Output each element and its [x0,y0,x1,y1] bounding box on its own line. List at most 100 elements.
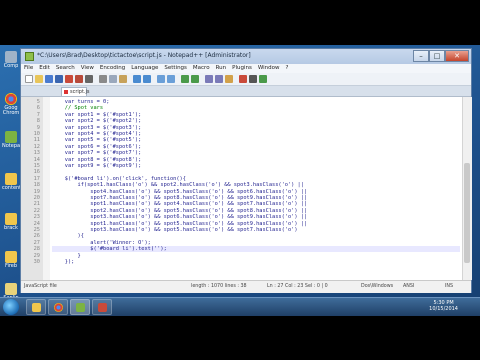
stop-macro-icon[interactable] [249,75,257,83]
close-button[interactable]: ✕ [445,50,469,62]
clock[interactable]: 5:30 PM 10/15/2014 [429,300,458,312]
menu-plugins[interactable]: Plugins [229,64,255,73]
title-bar[interactable]: *C:\Users\Brad\Desktop\tictactoe\script.… [21,49,471,64]
desktop-icon-content[interactable]: content [2,173,21,191]
desktop-icon-notepad[interactable]: Notepa [2,131,20,149]
taskbar-explorer[interactable] [26,299,46,315]
scrollbar-thumb[interactable] [464,163,470,263]
line-number: 20 [33,195,40,201]
desktop-icon-firebug[interactable]: Fireb [2,251,20,269]
redo-icon[interactable] [143,75,151,83]
code-line[interactable]: if(spot1.hasClass('o') && spot2.hasClass… [52,182,304,188]
paste-icon[interactable] [119,75,127,83]
menu-edit[interactable]: Edit [36,64,53,73]
desktop-icon-label: Notepa [2,143,21,149]
taskbar-chrome[interactable] [48,299,68,315]
fold-margin[interactable] [43,97,50,280]
code-line[interactable]: spot4.hasClass('o') && spot5.hasClass('o… [52,189,307,195]
replace-icon[interactable] [167,75,175,83]
code-line[interactable]: var spot3 = $('#spot3'); [52,125,142,131]
line-number: 18 [33,182,40,189]
code-line[interactable]: spot3.hasClass('o') && spot5.hasClass('o… [52,227,297,233]
menu-view[interactable]: View [78,64,97,73]
line-number: 28 [33,246,40,253]
code-line[interactable]: var spot6 = $('#spot6'); [52,144,142,150]
desktop-icon-label: Goog Chrom [2,105,20,116]
code-line[interactable]: var spot1 = $('#spot1'); [52,112,142,118]
code-line[interactable]: var spot8 = $('#spot8'); [52,157,142,163]
window-title: *C:\Users\Brad\Desktop\tictactoe\script.… [37,52,251,59]
find-icon[interactable] [157,75,165,83]
menu-language[interactable]: Language [128,64,161,73]
menu-run[interactable]: Run [213,64,230,73]
code-line[interactable]: ){ [52,233,84,239]
code-line[interactable]: var turns = 0; [52,99,110,105]
menu-settings[interactable]: Settings [161,64,190,73]
copy-icon[interactable] [109,75,117,83]
app-icon [98,303,107,312]
chrome-icon [54,303,63,312]
menu-file[interactable]: File [21,64,36,73]
line-number: 25 [33,227,40,233]
code-editor[interactable]: 5 6 7 8 9 10 11 12 13 14 15 16 17 18 19 20 21 22 23 24 25 26 2… [21,97,462,280]
code-line[interactable]: }); [52,259,75,265]
code-line[interactable]: $('#board li').on('click', function(){ [52,176,186,182]
taskbar-notepad[interactable] [70,299,90,315]
sync-scroll-icon[interactable] [205,75,213,83]
wrap-icon[interactable] [215,75,223,83]
zoom-in-icon[interactable] [181,75,189,83]
desktop-icon-brackets[interactable]: brack [2,213,20,231]
line-number: 15 [33,163,40,169]
tab-script-js[interactable]: script.js [61,87,90,96]
code-line[interactable]: alert('Winner: O'); [52,240,151,246]
menu-encoding[interactable]: Encoding [97,64,128,73]
code-line[interactable]: spot1.hasClass('o') && spot4.hasClass('o… [52,201,307,207]
close-file-icon[interactable] [65,75,73,83]
new-file-icon[interactable] [25,75,33,83]
play-macro-icon[interactable] [259,75,267,83]
vertical-scrollbar[interactable] [462,97,472,280]
tab-bar: script.js [21,86,471,97]
minimize-button[interactable]: – [413,50,429,62]
folder-icon [5,251,17,263]
maximize-button[interactable]: □ [429,50,445,62]
code-line[interactable]: spot2.hasClass('o') && spot5.hasClass('o… [52,208,307,214]
chrome-icon [5,93,17,105]
indent-guide-icon[interactable] [225,75,233,83]
code-line[interactable]: var spot4 = $('#spot4'); [52,131,142,137]
code-line[interactable]: var spot5 = $('#spot5'); [52,137,142,143]
code-line[interactable]: var spot7 = $('#spot7'); [52,150,142,156]
menu-help[interactable]: ? [283,64,292,73]
menu-window[interactable]: Window [255,64,283,73]
menu-macro[interactable]: Macro [190,64,213,73]
code-line[interactable]: var spot9 = $('#spot9'); [52,163,142,169]
open-folder-icon[interactable] [35,75,43,83]
record-macro-icon[interactable] [239,75,247,83]
clock-date: 10/15/2014 [429,306,458,312]
code-line[interactable]: var spot2 = $('#spot2'); [52,118,142,124]
folder-icon [32,303,41,312]
notepad-window: *C:\Users\Brad\Desktop\tictactoe\script.… [20,48,472,293]
line-number: 6 [36,105,40,112]
save-icon[interactable] [45,75,53,83]
undo-icon[interactable] [133,75,141,83]
app-icon[interactable] [25,52,34,61]
cut-icon[interactable] [99,75,107,83]
code-line[interactable]: $('#board li').text(''); [52,246,460,253]
zoom-out-icon[interactable] [191,75,199,83]
desktop-icon-computer[interactable]: Comp [2,51,20,69]
menu-search[interactable]: Search [53,64,78,73]
code-line[interactable]: spot7.hasClass('o') && spot8.hasClass('o… [52,195,307,201]
code-comment-line[interactable]: // Spot vars [52,105,103,111]
start-button[interactable] [3,299,19,315]
close-all-icon[interactable] [75,75,83,83]
code-line[interactable]: spot3.hasClass('o') && spot6.hasClass('o… [52,214,307,220]
code-line[interactable]: spot1.hasClass('o') && spot5.hasClass('o… [52,221,307,227]
desktop-icon-chrome[interactable]: Goog Chrom [2,93,20,116]
code-line[interactable]: } [52,253,81,259]
modified-file-icon [64,90,68,94]
print-icon[interactable] [85,75,93,83]
notepad-icon [76,303,85,312]
save-all-icon[interactable] [55,75,63,83]
taskbar-app[interactable] [92,299,112,315]
